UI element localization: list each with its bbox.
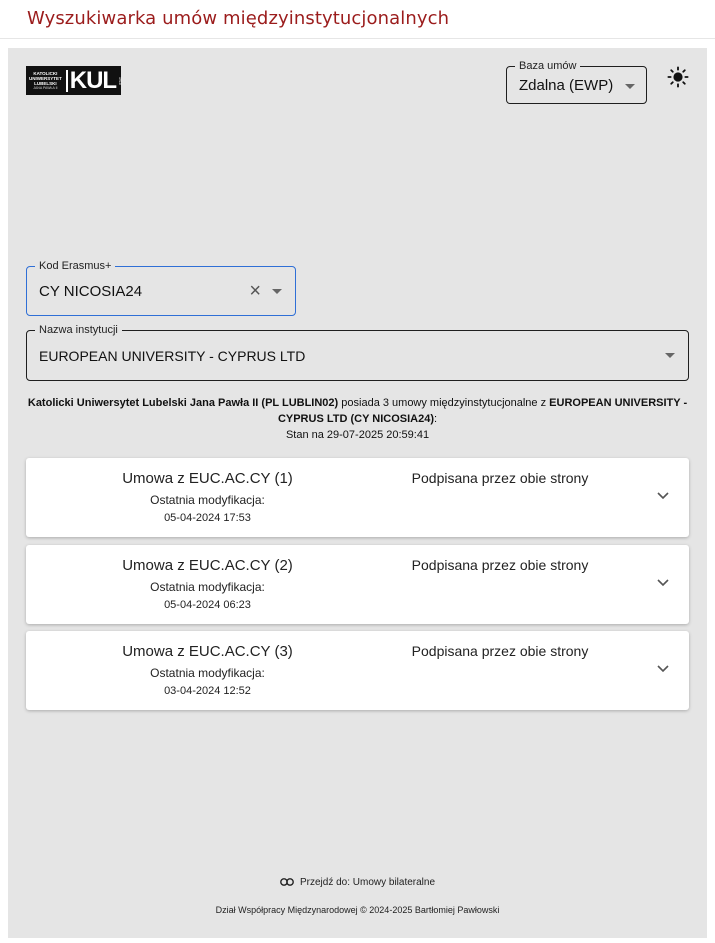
logo-year: 1918 (118, 76, 123, 85)
logo-text: KATOLICKI UNIWERSYTET LUBELSKI JANA PAWŁ… (29, 70, 62, 90)
caret-down-icon[interactable] (665, 353, 675, 358)
status-timestamp: Stan na 29-07-2025 20:59:41 (285, 429, 430, 441)
agreement-name: Umowa z EUC.AC.CY (3) (122, 643, 293, 660)
kod-erasmus-label: Kod Erasmus+ (35, 259, 116, 273)
chevron-down-icon[interactable] (656, 661, 670, 675)
bilateral-link[interactable]: Przejdź do: Umowy bilateralne (8, 877, 707, 888)
modification-label: Ostatnia modyfikacja: (150, 580, 265, 594)
page-title: Wyszukiwarka umów międzyinstytucjonalnyc… (27, 8, 450, 29)
caret-down-icon[interactable] (272, 289, 282, 294)
agreement-card[interactable]: Umowa z EUC.AC.CY (3) Ostatnia modyfikac… (26, 631, 689, 710)
modification-label: Ostatnia modyfikacja: (150, 666, 265, 680)
nazwa-instytucji-label: Nazwa instytucji (35, 323, 122, 337)
modification-date: 03-04-2024 12:52 (164, 685, 251, 697)
baza-umow-label: Baza umów (515, 59, 581, 73)
home-institution: Katolicki Uniwersytet Lubelski Jana Pawł… (27, 397, 339, 409)
chevron-down-icon[interactable] (656, 488, 670, 502)
bilateral-link-text[interactable]: Przejdź do: Umowy bilateralne (300, 877, 435, 888)
nazwa-instytucji-field[interactable]: Nazwa instytucji EUROPEAN UNIVERSITY - C… (26, 323, 689, 381)
kod-erasmus-field[interactable]: Kod Erasmus+ CY NICOSIA24 × (26, 259, 296, 316)
logo-mark: KUL (65, 68, 117, 92)
link-icon (280, 878, 294, 887)
caret-down-icon (625, 84, 635, 89)
baza-umow-value: Zdalna (EWP) (519, 77, 614, 94)
modification-date: 05-04-2024 06:23 (164, 599, 251, 611)
agreement-status: Podpisana przez obie strony (411, 557, 589, 573)
copyright: Dział Współpracy Międzynarodowej © 2024-… (215, 905, 500, 915)
nazwa-instytucji-value: EUROPEAN UNIVERSITY - CYPRUS LTD (39, 348, 306, 364)
summary-text: Katolicki Uniwersytet Lubelski Jana Pawł… (27, 397, 688, 441)
main-panel: KATOLICKI UNIWERSYTET LUBELSKI JANA PAWŁ… (8, 48, 707, 938)
agreement-card[interactable]: Umowa z EUC.AC.CY (2) Ostatnia modyfikac… (26, 545, 689, 624)
baza-umow-select[interactable]: Baza umów Zdalna (EWP) (506, 59, 647, 104)
agreement-status: Podpisana przez obie strony (411, 643, 589, 659)
top-bar: Wyszukiwarka umów międzyinstytucjonalnyc… (0, 0, 715, 39)
agreement-name: Umowa z EUC.AC.CY (2) (122, 557, 293, 574)
agreement-card[interactable]: Umowa z EUC.AC.CY (1) Ostatnia modyfikac… (26, 458, 689, 537)
kul-logo[interactable]: KATOLICKI UNIWERSYTET LUBELSKI JANA PAWŁ… (26, 66, 123, 95)
sun-icon[interactable] (667, 66, 689, 88)
agreement-name: Umowa z EUC.AC.CY (1) (122, 470, 293, 487)
modification-date: 05-04-2024 17:53 (164, 512, 251, 524)
chevron-down-icon[interactable] (656, 575, 670, 589)
kod-erasmus-value: CY NICOSIA24 (39, 283, 143, 300)
modification-label: Ostatnia modyfikacja: (150, 493, 265, 507)
agreement-status: Podpisana przez obie strony (411, 470, 589, 486)
clear-icon[interactable]: × (249, 281, 261, 301)
